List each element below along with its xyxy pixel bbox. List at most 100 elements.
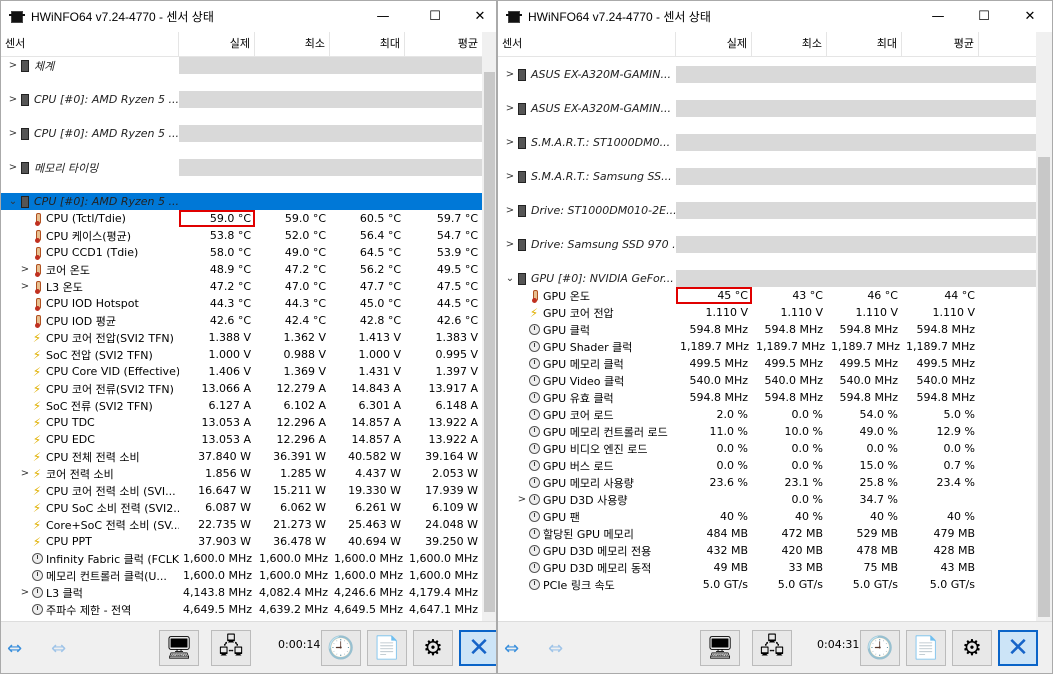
sensor-group[interactable]: > CPU [#0]: AMD Ryzen 5 ... [1, 125, 482, 159]
scrollbar-thumb[interactable] [484, 72, 495, 612]
maximize-button[interactable]: ☐ [412, 1, 458, 32]
sensor-row[interactable]: ⚡ CPU Core VID (Effective) 1.406 V 1.369 V 1… [1, 363, 482, 380]
sensor-row[interactable]: > L3 온도 47.2 °C 47.0 °C 47.7 °C 47.5 °C [1, 278, 482, 295]
sensor-group[interactable]: > 체계 [1, 57, 482, 91]
sensor-group[interactable]: > S.M.A.R.T.: Samsung SS... [498, 168, 1036, 202]
expand-chevron-icon[interactable]: > [504, 239, 516, 250]
settings-button[interactable]: ⚙ [413, 630, 453, 666]
header-min[interactable]: 최소 [752, 32, 827, 56]
collapse-all-icon[interactable]: ⇔ [51, 636, 66, 660]
maximize-button[interactable]: ☐ [961, 1, 1007, 32]
sensor-row[interactable]: GPU 메모리 사용량 23.6 % 23.1 % 25.8 % 23.4 % [498, 474, 1036, 491]
sensor-list[interactable]: > ASUS EX-A320M-GAMIN... > ASUS EX-A320M-GA… [498, 66, 1036, 632]
exit-button[interactable]: ✕ [459, 630, 496, 666]
sensor-group[interactable]: > Drive: Samsung SSD 970 ... [498, 236, 1036, 270]
header-sensor[interactable]: 센서 [1, 32, 179, 56]
sensor-row[interactable]: ⚡ CPU EDC 13.053 A 12.296 A 14.857 A 13.922 A [1, 431, 482, 448]
sensor-row[interactable]: GPU D3D 메모리 전용 432 MB 420 MB 478 MB 428 MB [498, 542, 1036, 559]
collapse-chevron-icon[interactable]: ⌄ [504, 273, 516, 284]
collapse-all-icon[interactable]: ⇔ [548, 636, 563, 660]
sensor-row[interactable]: ⚡ CPU PPT 37.903 W 36.478 W 40.694 W 39.250 W [1, 533, 482, 550]
expand-chevron-icon[interactable]: > [19, 587, 31, 598]
sensor-row[interactable]: GPU Video 클럭 540.0 MHz 540.0 MHz 540.0 MHz 5… [498, 372, 1036, 389]
sensor-row[interactable]: GPU 메모리 컨트롤러 로드 11.0 % 10.0 % 49.0 % 12.9 % [498, 423, 1036, 440]
sensor-row[interactable]: CPU CCD1 (Tdie) 58.0 °C 49.0 °C 64.5 °C 53.9… [1, 244, 482, 261]
vertical-scrollbar[interactable] [1036, 32, 1052, 623]
report-button[interactable]: 📄 [906, 630, 946, 666]
sensor-row[interactable]: ⚡ CPU 코어 전력 소비 (SVI... 16.647 W 15.211 W 19.… [1, 482, 482, 499]
sensor-row[interactable]: 할당된 GPU 메모리 484 MB 472 MB 529 MB 479 MB [498, 525, 1036, 542]
expand-chevron-icon[interactable]: > [7, 94, 19, 105]
network-monitor-button[interactable]: 🖥 [159, 630, 199, 666]
sensor-group[interactable]: > ASUS EX-A320M-GAMIN... [498, 100, 1036, 134]
sensor-group[interactable]: > CPU [#0]: AMD Ryzen 5 ... [1, 91, 482, 125]
sensor-row[interactable]: CPU 케이스(평균) 53.8 °C 52.0 °C 56.4 °C 54.7 °C [1, 227, 482, 244]
sensor-row[interactable]: 메모리 컨트롤러 클럭(U... 1,600.0 MHz 1,600.0 MHz 1,… [1, 567, 482, 584]
expand-chevron-icon[interactable]: > [504, 103, 516, 114]
sensor-row[interactable]: ⚡ CPU 코어 전압(SVI2 TFN) 1.388 V 1.362 V 1.413 … [1, 329, 482, 346]
vertical-scrollbar[interactable] [482, 32, 496, 623]
sensor-row[interactable]: GPU 메모리 클럭 499.5 MHz 499.5 MHz 499.5 MHz 499… [498, 355, 1036, 372]
expand-chevron-icon[interactable]: > [19, 281, 31, 292]
sensor-row[interactable]: ⚡ CPU TDC 13.053 A 12.296 A 14.857 A 13.922 A [1, 414, 482, 431]
exit-button[interactable]: ✕ [998, 630, 1038, 666]
sensor-row[interactable]: > 코어 온도 48.9 °C 47.2 °C 56.2 °C 49.5 °C [1, 261, 482, 278]
sensor-group[interactable]: > ASUS EX-A320M-GAMIN... [498, 66, 1036, 100]
sensor-row[interactable]: GPU 코어 로드 2.0 % 0.0 % 54.0 % 5.0 % [498, 406, 1036, 423]
sensor-row[interactable]: GPU 온도 45 °C 43 °C 46 °C 44 °C [498, 287, 1036, 304]
close-window-button[interactable]: ✕ [1007, 1, 1052, 32]
header-max[interactable]: 최대 [827, 32, 902, 56]
network-button[interactable]: 🖧 [211, 630, 251, 666]
expand-chevron-icon[interactable]: > [7, 162, 19, 173]
sensor-group[interactable]: ⌄ GPU [#0]: NVIDIA GeFor... [498, 270, 1036, 287]
title-bar[interactable]: HWiNFO64 v7.24-4770 - 센서 상태 — ☐ ✕ [498, 1, 1052, 32]
expand-all-icon[interactable]: ⇔ [7, 636, 22, 660]
sensor-row[interactable]: ⚡ CPU SoC 소비 전력 (SVI2... 6.087 W 6.062 W 6.2… [1, 499, 482, 516]
sensor-row[interactable]: > ⚡ 코어 전력 소비 1.856 W 1.285 W 4.437 W 2.053 W [1, 465, 482, 482]
sensor-group[interactable]: ⌄ CPU [#0]: AMD Ryzen 5 ... [1, 193, 482, 210]
header-current[interactable]: 실제 [676, 32, 752, 56]
sensor-row[interactable]: ⚡ Core+SoC 전력 소비 (SV... 22.735 W 21.273 W 25… [1, 516, 482, 533]
header-avg[interactable]: 평균 [405, 32, 482, 56]
header-sensor[interactable]: 센서 [498, 32, 676, 56]
sensor-row[interactable]: GPU 유효 클럭 594.8 MHz 594.8 MHz 594.8 MHz 594.… [498, 389, 1036, 406]
sensor-row[interactable]: Infinity Fabric 클럭 (FCLK) 1,600.0 MHz 1,60… [1, 550, 482, 567]
scrollbar-thumb[interactable] [1038, 157, 1050, 617]
sensor-group[interactable]: > S.M.A.R.T.: ST1000DM0... [498, 134, 1036, 168]
expand-chevron-icon[interactable]: > [504, 137, 516, 148]
sensor-row[interactable]: GPU 클럭 594.8 MHz 594.8 MHz 594.8 MHz 594.8 M… [498, 321, 1036, 338]
header-avg[interactable]: 평균 [902, 32, 979, 56]
expand-chevron-icon[interactable]: > [516, 494, 528, 505]
expand-chevron-icon[interactable]: > [504, 171, 516, 182]
close-window-button[interactable]: ✕ [457, 1, 496, 32]
expand-chevron-icon[interactable]: > [504, 205, 516, 216]
sensor-row[interactable]: GPU 팬 40 % 40 % 40 % 40 % [498, 508, 1036, 525]
sensor-row[interactable]: > GPU D3D 사용량 0.0 % 34.7 % [498, 491, 1036, 508]
sensor-row[interactable]: 주파수 제한 - 전역 4,649.5 MHz 4,639.2 MHz 4,649.5… [1, 601, 482, 618]
sensor-row[interactable]: CPU IOD Hotspot 44.3 °C 44.3 °C 45.0 °C 44.5… [1, 295, 482, 312]
sensor-row[interactable]: CPU (Tctl/Tdie) 59.0 °C 59.0 °C 60.5 °C 59.7… [1, 210, 482, 227]
network-monitor-button[interactable]: 🖥 [700, 630, 740, 666]
sensor-row[interactable]: GPU Shader 클럭 1,189.7 MHz 1,189.7 MHz 1,189… [498, 338, 1036, 355]
header-max[interactable]: 최대 [330, 32, 405, 56]
expand-all-icon[interactable]: ⇔ [504, 636, 519, 660]
clock-button[interactable]: 🕘 [321, 630, 361, 666]
sensor-row[interactable]: GPU D3D 메모리 동적 49 MB 33 MB 75 MB 43 MB [498, 559, 1036, 576]
sensor-row[interactable]: PCIe 링크 속도 5.0 GT/s 5.0 GT/s 5.0 GT/s 5.0 GT… [498, 576, 1036, 593]
expand-chevron-icon[interactable]: > [19, 468, 31, 479]
sensor-group[interactable]: > 메모리 타이밍 [1, 159, 482, 193]
header-current[interactable]: 실제 [179, 32, 255, 56]
sensor-row[interactable]: ⚡ CPU 전체 전력 소비 37.840 W 36.391 W 40.582 W 39.… [1, 448, 482, 465]
sensor-row[interactable]: ⚡ CPU 코어 전류(SVI2 TFN) 13.066 A 12.279 A 14.8… [1, 380, 482, 397]
sensor-group[interactable]: > Drive: ST1000DM010-2E... [498, 202, 1036, 236]
expand-chevron-icon[interactable]: > [7, 128, 19, 139]
sensor-row[interactable]: GPU 버스 로드 0.0 % 0.0 % 15.0 % 0.7 % [498, 457, 1036, 474]
sensor-list[interactable]: > 체계 > CPU [#0]: AMD Ryzen 5 ... > CPU [#0]: … [1, 57, 482, 623]
clock-button[interactable]: 🕘 [860, 630, 900, 666]
minimize-button[interactable]: — [915, 1, 961, 32]
sensor-row[interactable]: > L3 클럭 4,143.8 MHz 4,082.4 MHz 4,246.6 MHz 4… [1, 584, 482, 601]
header-min[interactable]: 최소 [255, 32, 330, 56]
expand-chevron-icon[interactable]: > [504, 69, 516, 80]
sensor-row[interactable]: GPU 비디오 엔진 로드 0.0 % 0.0 % 0.0 % 0.0 % [498, 440, 1036, 457]
sensor-row[interactable]: ⚡ GPU 코어 전압 1.110 V 1.110 V 1.110 V 1.110 V [498, 304, 1036, 321]
